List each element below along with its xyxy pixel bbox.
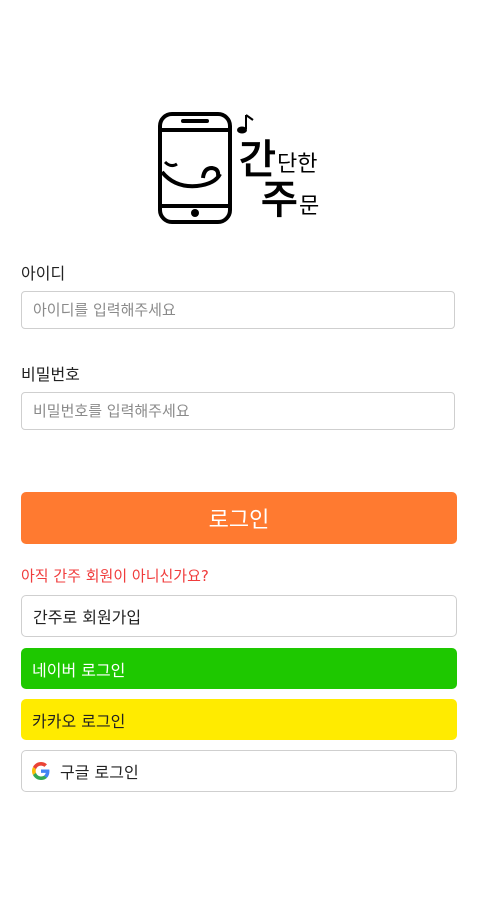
logo-char-dan-han: 단한 xyxy=(277,152,318,177)
kakao-login-button[interactable]: 카카오 로그인 xyxy=(21,699,457,740)
naver-login-button[interactable]: 네이버 로그인 xyxy=(21,648,457,689)
login-button[interactable]: 로그인 xyxy=(21,492,457,544)
naver-login-label: 네이버 로그인 xyxy=(32,660,126,680)
google-g-icon xyxy=(32,762,50,780)
password-label: 비밀번호 xyxy=(21,365,80,384)
logo-char-gan: 간 xyxy=(239,137,276,183)
google-login-label: 구글 로그인 xyxy=(60,763,139,782)
google-login-button[interactable]: 구글 로그인 xyxy=(21,750,457,792)
own-signup-button[interactable]: 간주로 회원가입 xyxy=(21,595,457,637)
own-signup-label: 간주로 회원가입 xyxy=(33,608,142,627)
id-input[interactable] xyxy=(21,291,455,329)
id-label: 아이디 xyxy=(21,264,66,283)
signup-prompt: 아직 간주 회원이 아니신가요? xyxy=(21,567,209,585)
password-input[interactable] xyxy=(21,392,455,430)
logo-char-mun: 문 xyxy=(299,194,320,219)
app-logo: 간 단한 주 문 xyxy=(157,112,327,226)
logo-char-ju: 주 xyxy=(261,177,298,223)
kakao-login-label: 카카오 로그인 xyxy=(32,711,126,731)
